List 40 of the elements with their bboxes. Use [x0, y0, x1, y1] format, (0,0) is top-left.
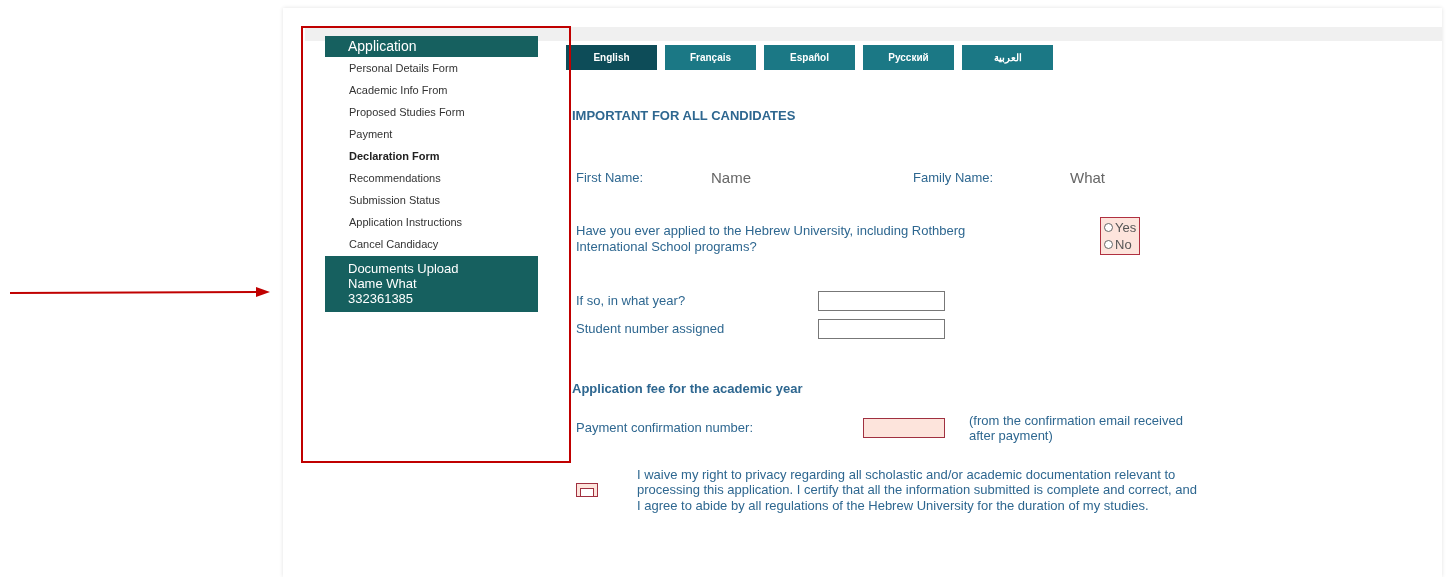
section-heading: Application fee for the academic year: [572, 380, 804, 398]
language-tab[interactable]: العربية: [962, 45, 1053, 70]
hint-text: (from the confirmation email received after payment): [969, 412, 1184, 443]
year-input-field[interactable]: [818, 291, 945, 311]
radio-option[interactable]: No: [1104, 236, 1137, 253]
yes-no-radio-group[interactable]: Yes No: [1100, 217, 1141, 255]
language-tab[interactable]: Español: [764, 45, 855, 70]
language-tab[interactable]: Français: [665, 45, 756, 70]
sidebar-item[interactable]: Cancel Candidacy: [325, 233, 538, 255]
radio-option[interactable]: Yes: [1104, 219, 1137, 236]
field-label: Family Name:: [913, 169, 995, 187]
sidebar-heading: Application: [325, 36, 538, 57]
field-value: What: [1070, 167, 1105, 188]
documents-upload-panel[interactable]: Documents Upload Name What 332361385: [325, 256, 538, 312]
waiver-checkbox[interactable]: [576, 482, 598, 497]
field-label: If so, in what year?: [576, 292, 687, 311]
sidebar-item[interactable]: Proposed Studies Form: [325, 101, 538, 123]
sidebar-item[interactable]: Application Instructions: [325, 211, 538, 233]
sidebar-item[interactable]: Recommendations: [325, 167, 538, 189]
sidebar-item[interactable]: Payment: [325, 123, 538, 145]
panel-text: 332361385: [348, 291, 415, 306]
radio-button[interactable]: [1104, 223, 1113, 232]
field-label: Student number assigned: [576, 320, 726, 339]
language-tab[interactable]: English: [566, 45, 657, 70]
payment-input-field[interactable]: [863, 417, 945, 438]
question-text: Have you ever applied to the Hebrew University, including Rothberg International School programs?: [576, 223, 967, 255]
student-number-input-field[interactable]: [818, 319, 945, 339]
language-tab[interactable]: Русский: [863, 45, 954, 70]
field-label: First Name:: [576, 169, 645, 187]
field-label: Payment confirmation number:: [576, 418, 755, 437]
panel-text: Documents Upload: [348, 261, 460, 276]
field-value: Name: [711, 167, 752, 188]
sidebar-item[interactable]: Submission Status: [325, 189, 538, 211]
sidebar-item[interactable]: Declaration Form: [325, 145, 538, 167]
waiver-text: I waive my right to privacy regarding all scholastic and/or academic documentation relevant to processing this application. I certify that all the information submitted is complete and correct, and I agree to abide by all regulations of the Hebrew University for the duration of my studies.: [637, 466, 1197, 513]
section-heading: IMPORTANT FOR ALL CANDIDATES: [572, 107, 797, 125]
radio-button[interactable]: [1104, 240, 1113, 249]
sidebar-item[interactable]: Academic Info From: [325, 79, 538, 101]
sidebar-item[interactable]: Personal Details Form: [325, 57, 538, 79]
panel-text: Name What: [348, 276, 418, 291]
